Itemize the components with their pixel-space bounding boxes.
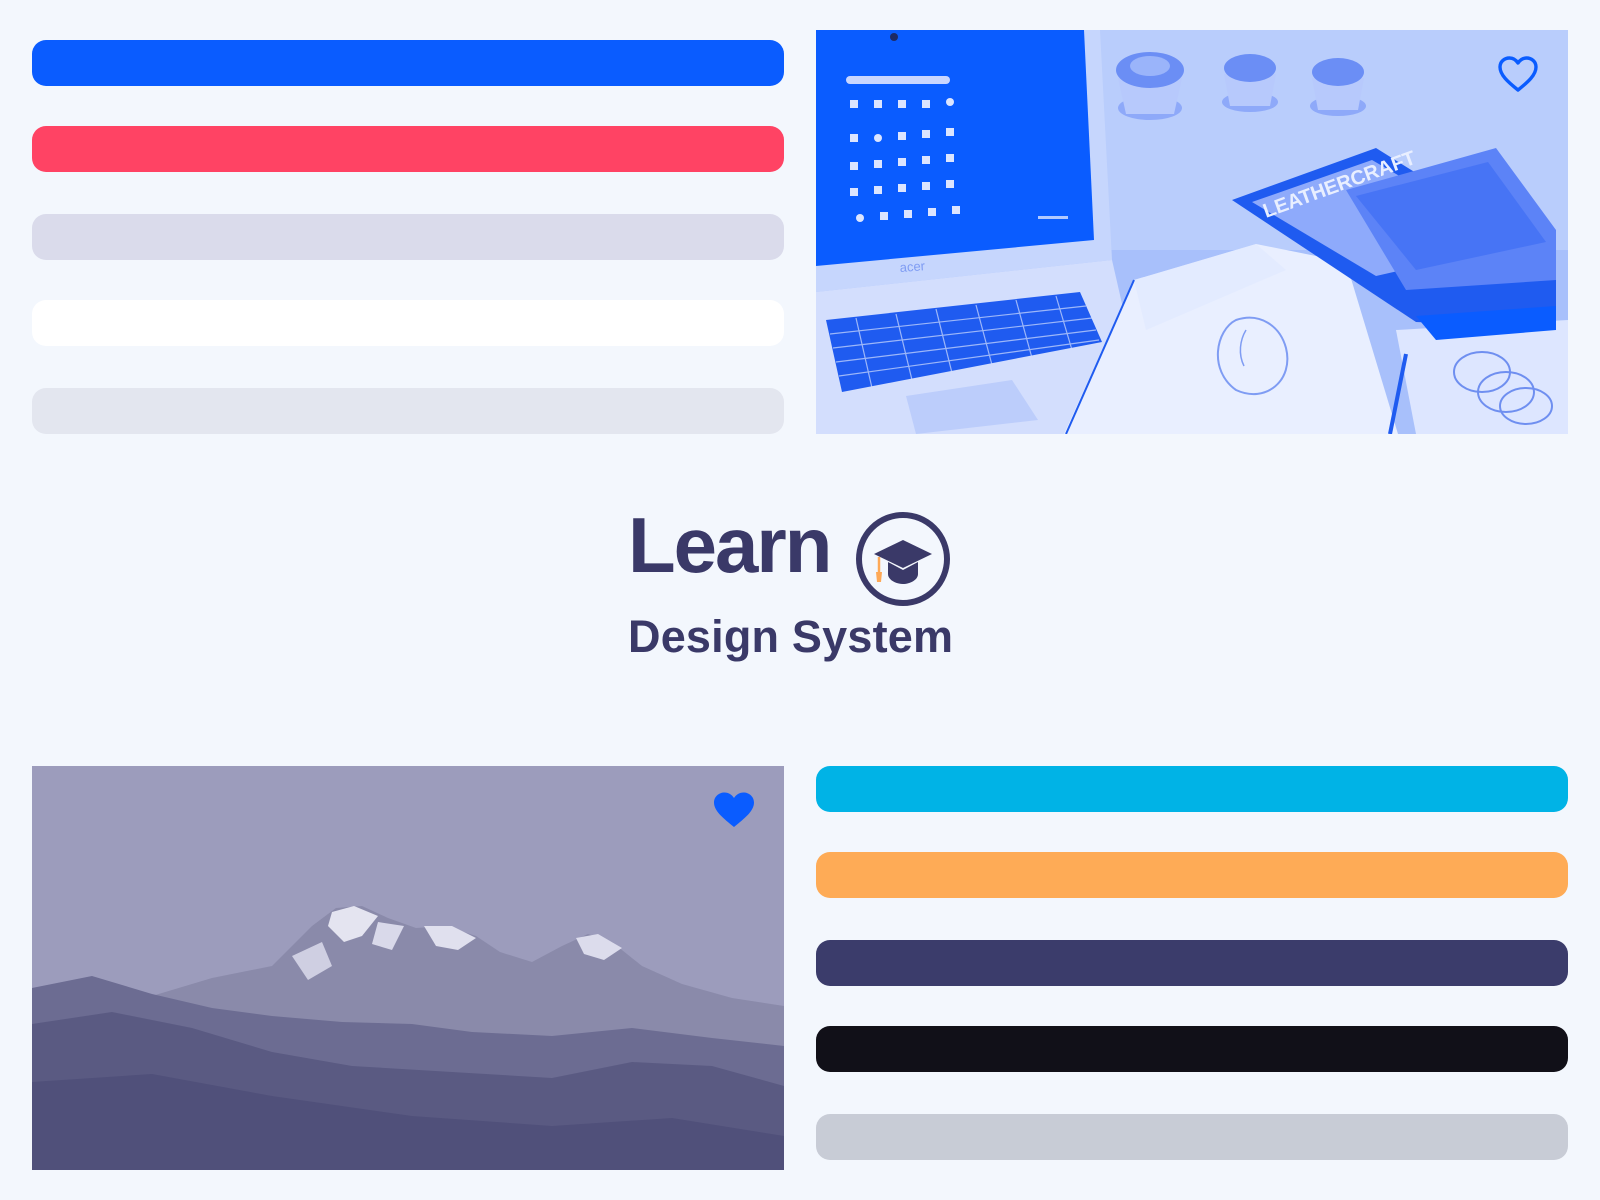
laptop-brand-label: acer bbox=[899, 258, 926, 275]
heart-outline-icon[interactable] bbox=[1496, 54, 1540, 94]
color-swatch-cyan bbox=[816, 766, 1568, 812]
photo-mountain-landscape bbox=[32, 766, 784, 1170]
logo-wordmark: Learn bbox=[628, 501, 832, 589]
graduation-cap-icon bbox=[856, 512, 950, 606]
color-swatch-light-gray bbox=[32, 388, 784, 434]
learn-design-system-logo: Learn Design System bbox=[628, 506, 988, 666]
color-swatch-white bbox=[32, 300, 784, 346]
color-swatch-lavender bbox=[32, 214, 784, 260]
logo-subtitle: Design System bbox=[628, 611, 954, 662]
laptop-scene-illustration: acer LEATHERCRAFT bbox=[816, 30, 1568, 434]
photo-laptop-workspace: acer LEATHERCRAFT bbox=[816, 30, 1568, 434]
mountain-scene-illustration bbox=[32, 766, 784, 1170]
color-swatch-blue bbox=[32, 40, 784, 86]
color-swatch-orange bbox=[816, 852, 1568, 898]
color-swatch-red bbox=[32, 126, 784, 172]
color-swatch-gray bbox=[816, 1114, 1568, 1160]
heart-filled-icon[interactable] bbox=[712, 790, 756, 830]
color-swatch-navy bbox=[816, 940, 1568, 986]
color-swatch-black bbox=[816, 1026, 1568, 1072]
